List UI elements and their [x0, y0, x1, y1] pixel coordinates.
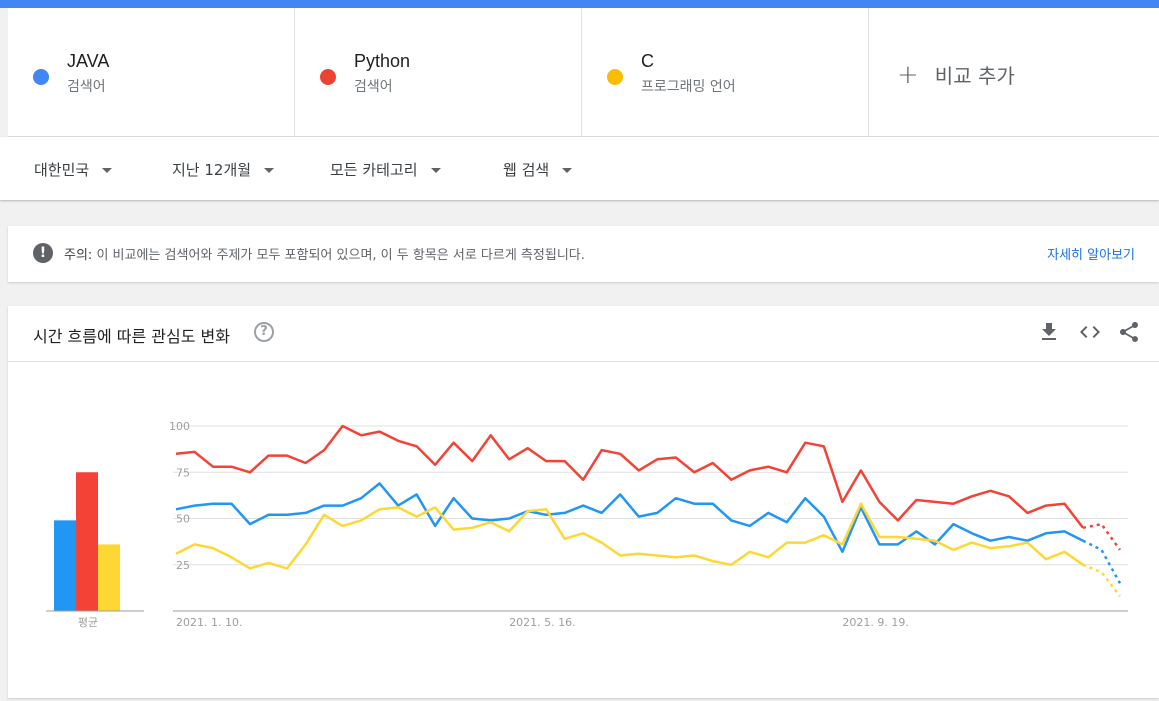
- term-type: 검색어: [67, 79, 106, 95]
- term-card-java[interactable]: JAVA 검색어: [8, 8, 295, 136]
- top-accent-bar: [0, 0, 1159, 8]
- chart-gridlines: [173, 425, 1128, 612]
- search-type-label: 웹 검색: [503, 161, 550, 179]
- y-tick-label: 25: [176, 559, 190, 572]
- share-icon[interactable]: [1117, 320, 1141, 344]
- add-compare-button[interactable]: + 비교 추가: [869, 8, 1156, 136]
- period-dropdown[interactable]: 지난 12개월: [172, 159, 275, 180]
- series-partial-java: [1082, 539, 1122, 584]
- x-tick-label: 2021. 5. 16.: [509, 616, 575, 629]
- series-line-c: [175, 502, 1084, 570]
- term-card-c[interactable]: C 프로그래밍 언어: [582, 8, 869, 136]
- y-tick-label: 75: [176, 466, 190, 479]
- notice-body: 이 비교에는 검색어와 주제가 모두 포함되어 있으며, 이 두 항목은 서로 …: [96, 248, 585, 263]
- term-type: 검색어: [354, 79, 393, 95]
- embed-code-icon[interactable]: [1078, 320, 1102, 344]
- category-dropdown[interactable]: 모든 카테고리: [330, 159, 441, 180]
- card-title: 시간 흐름에 따른 관심도 변화: [33, 327, 230, 346]
- series-color-dot: [320, 69, 336, 85]
- learn-more-link[interactable]: 자세히 알아보기: [1047, 244, 1135, 263]
- average-bar-python: [76, 472, 98, 611]
- question-icon[interactable]: ?: [254, 322, 274, 342]
- add-compare-label: 비교 추가: [934, 64, 1015, 88]
- y-tick-label: 50: [176, 513, 190, 526]
- series-line-python: [175, 424, 1084, 529]
- period-label: 지난 12개월: [172, 161, 252, 179]
- interest-over-time-card: 시간 흐름에 따른 관심도 변화 ? 평균 100 75 50 25 2021. 1.…: [8, 306, 1159, 698]
- series-color-dot: [33, 69, 49, 85]
- term-card-python[interactable]: Python 검색어: [295, 8, 582, 136]
- x-axis-ticks: 2021. 1. 10. 2021. 5. 16. 2021. 9. 19.: [176, 616, 909, 629]
- average-bar-c: [98, 544, 120, 611]
- x-tick-label: 2021. 9. 19.: [842, 616, 908, 629]
- caret-down-icon: [102, 168, 113, 173]
- notice-prefix: 주의:: [64, 248, 93, 263]
- average-bars: 평균: [46, 472, 144, 629]
- search-type-dropdown[interactable]: 웹 검색: [503, 159, 573, 180]
- region-label: 대한민국: [34, 161, 90, 179]
- exclamation-icon: !: [33, 243, 53, 263]
- plus-icon: +: [897, 59, 919, 90]
- average-label: 평균: [78, 616, 98, 629]
- term-name: C: [641, 51, 654, 71]
- category-label: 모든 카테고리: [330, 161, 418, 179]
- caret-down-icon: [562, 168, 573, 173]
- term-type: 프로그래밍 언어: [641, 79, 736, 95]
- series-color-dot: [607, 69, 623, 85]
- series-lines: [175, 424, 1122, 597]
- series-partial-python: [1082, 522, 1122, 551]
- caret-down-icon: [430, 168, 441, 173]
- series-partial-c: [1082, 563, 1121, 597]
- caret-down-icon: [264, 168, 275, 173]
- term-name: JAVA: [67, 51, 110, 71]
- average-bar-java: [54, 520, 76, 611]
- x-tick-label: 2021. 1. 10.: [176, 616, 242, 629]
- download-icon[interactable]: [1037, 320, 1061, 344]
- y-tick-label: 100: [169, 420, 190, 433]
- interest-chart: 평균 100755025 2021. 1. 10. 2021. 5. 16. 202…: [46, 420, 1128, 629]
- region-dropdown[interactable]: 대한민국: [34, 159, 113, 180]
- comparison-notice: ! 주의: 이 비교에는 검색어와 주제가 모두 포함되어 있으며, 이 두 항…: [8, 226, 1159, 282]
- comparison-terms-row: JAVA 검색어 Python 검색어 C 프로그래밍 언어 + 비교 추가: [8, 8, 1159, 137]
- filter-bar: 대한민국 지난 12개월 모든 카테고리 웹 검색: [0, 137, 1159, 200]
- term-name: Python: [354, 51, 411, 71]
- card-header: 시간 흐름에 따른 관심도 변화 ?: [8, 306, 1159, 362]
- series-line-java: [175, 482, 1084, 554]
- notice-text: 주의: 이 비교에는 검색어와 주제가 모두 포함되어 있으며, 이 두 항목은…: [64, 244, 585, 263]
